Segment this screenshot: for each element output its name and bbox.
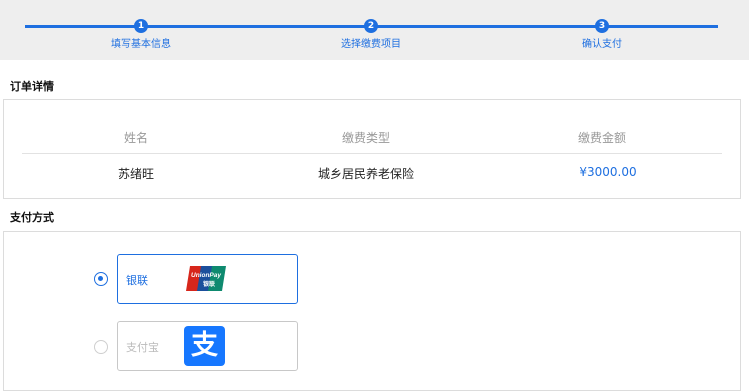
payment-section-title: 支付方式 [10, 211, 54, 224]
alipay-radio[interactable] [94, 340, 108, 354]
cell-type: 城乡居民养老保险 [317, 167, 415, 181]
unionpay-option[interactable]: 银联 UnionPay 银联 [117, 254, 298, 304]
alipay-logo-glyph: 支 [191, 330, 218, 361]
alipay-label: 支付宝 [126, 341, 159, 354]
column-header-type: 缴费类型 [341, 131, 391, 145]
order-table: 姓名 缴费类型 缴费金额 苏绪旺 城乡居民养老保险 ¥3000.00 [3, 99, 741, 199]
cell-name: 苏绪旺 [117, 167, 155, 181]
step-3-marker: 3 [595, 19, 609, 33]
column-header-amount: 缴费金额 [577, 131, 627, 145]
payment-panel: 银联 UnionPay 银联 支付宝 支 [3, 231, 741, 391]
step-1-label: 填写基本信息 [111, 39, 171, 50]
order-section-title: 订单详情 [10, 80, 54, 93]
step-3-label: 确认支付 [582, 39, 622, 50]
column-header-name: 姓名 [123, 131, 149, 145]
alipay-option[interactable]: 支付宝 支 [117, 321, 298, 371]
step-1-marker: 1 [134, 19, 148, 33]
cell-amount: ¥3000.00 [579, 165, 637, 179]
unionpay-logo-sub: 银联 [203, 280, 215, 288]
step-2-label: 选择缴费项目 [341, 39, 401, 50]
unionpay-logo-icon: UnionPay 银联 [186, 265, 226, 292]
unionpay-radio[interactable] [94, 272, 108, 286]
table-divider [22, 153, 722, 154]
progress-stepper: 1 填写基本信息 2 选择缴费项目 3 确认支付 [0, 0, 749, 60]
alipay-logo-icon: 支 [184, 326, 225, 366]
unionpay-label: 银联 [126, 274, 148, 287]
unionpay-logo-text: UnionPay [191, 272, 221, 279]
step-2-marker: 2 [364, 19, 378, 33]
